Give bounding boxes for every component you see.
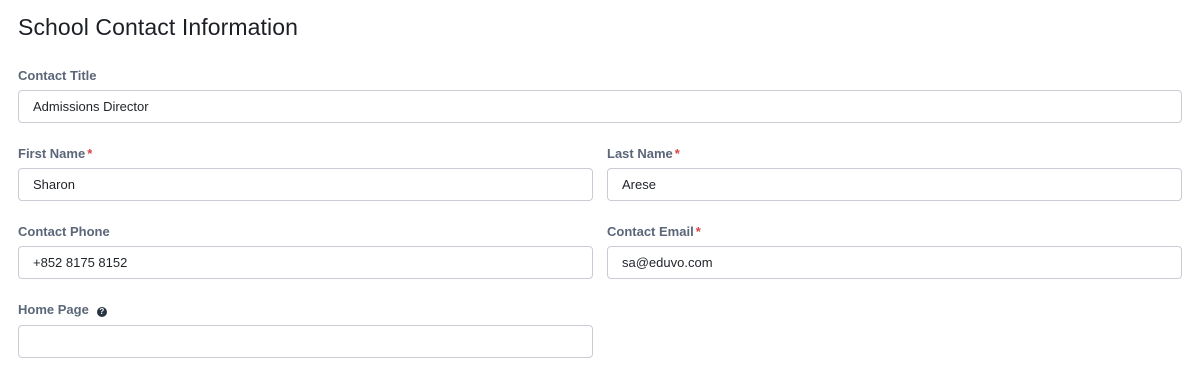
contact-phone-label: Contact Phone	[18, 223, 593, 241]
section-title: School Contact Information	[18, 14, 299, 40]
school-contact-form: School Contact Information Contact Title…	[0, 0, 1196, 380]
contact-title-label: Contact Title	[18, 67, 1182, 85]
first-name-field: First Name *	[18, 145, 593, 201]
contact-email-label: Contact Email *	[607, 223, 1182, 241]
contact-title-label-text: Contact Title	[18, 68, 97, 83]
contact-email-field: Contact Email *	[607, 223, 1182, 279]
contact-title-input[interactable]	[18, 90, 1182, 123]
home-page-field: Home Page?	[18, 301, 593, 358]
contact-phone-field: Contact Phone	[18, 223, 593, 279]
contact-email-input[interactable]	[607, 246, 1182, 279]
required-asterisk: *	[87, 146, 93, 161]
last-name-field: Last Name *	[607, 145, 1182, 201]
home-page-label-text: Home Page	[18, 302, 89, 317]
question-circle-icon[interactable]: ?	[96, 307, 107, 317]
home-page-label: Home Page?	[18, 301, 593, 319]
first-name-label-text: First Name	[18, 146, 86, 161]
contact-phone-label-text: Contact Phone	[18, 224, 110, 239]
contact-title-field: Contact Title	[18, 67, 1182, 123]
required-asterisk: *	[695, 224, 701, 239]
last-name-label: Last Name *	[607, 145, 1182, 163]
home-page-input[interactable]	[18, 325, 593, 358]
last-name-label-text: Last Name	[607, 146, 673, 161]
contact-email-label-text: Contact Email	[607, 224, 694, 239]
first-name-label: First Name *	[18, 145, 593, 163]
first-name-input[interactable]	[18, 168, 593, 201]
last-name-input[interactable]	[607, 168, 1182, 201]
contact-phone-input[interactable]	[18, 246, 593, 279]
required-asterisk: *	[674, 146, 680, 161]
